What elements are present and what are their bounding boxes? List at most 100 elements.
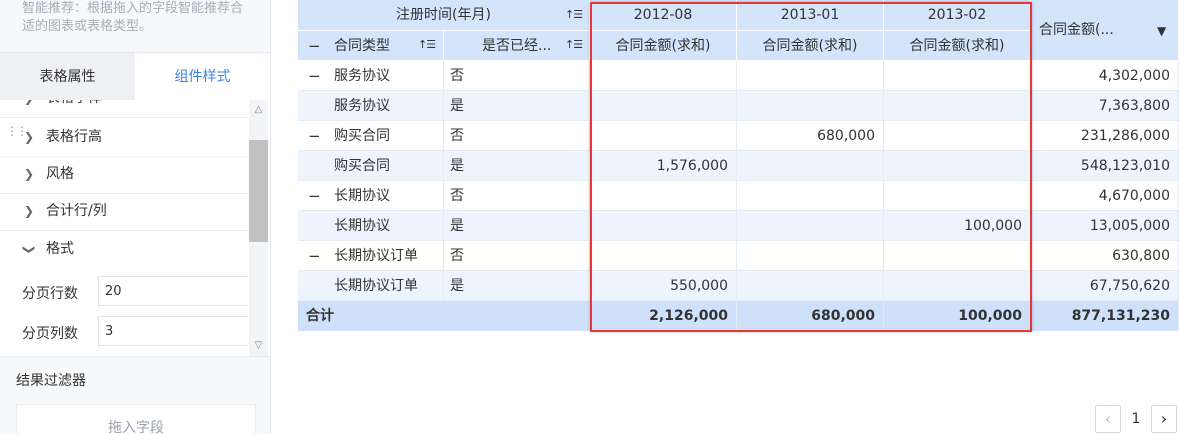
scroll-thumb[interactable] xyxy=(249,140,268,242)
total-cell: 680,000 xyxy=(737,301,884,331)
next-page-button[interactable]: › xyxy=(1151,405,1177,433)
header-label: 是否已经... xyxy=(482,38,552,54)
sort-icon[interactable]: ↑☰ xyxy=(565,8,583,21)
scroll-up-arrow-icon[interactable]: △ xyxy=(249,102,268,118)
section-label: 风格 xyxy=(46,166,74,182)
table-cell: 550,000 xyxy=(590,271,737,301)
table-cell xyxy=(737,241,884,271)
column-header-is-done: 是否已经... ↑☰ xyxy=(444,31,590,61)
chevron-right-icon: ❯ xyxy=(24,167,35,181)
flag-label: 是 xyxy=(450,278,464,294)
scroll-down-arrow-icon[interactable]: ▽ xyxy=(249,338,268,354)
period-header: 2012-08 xyxy=(590,0,737,31)
section-label: 表格行高 xyxy=(46,129,102,145)
table-cell xyxy=(590,121,737,151)
section-style[interactable]: ❯ 风格 xyxy=(0,156,248,194)
style-settings-list: ❯ 表格字体 ❯ 表格行高 ❯ 风格 ❯ 合计行/列 ❯ 格式 分页行数 分页列… xyxy=(0,100,270,357)
left-config-panel: 智能推荐：根据拖入的字段智能推荐合适的图表或表格类型。 表格属性 组件样式 ❯ … xyxy=(0,0,271,434)
contract-type-label: 长期协议订单 xyxy=(334,278,418,294)
prev-page-button[interactable]: ‹ xyxy=(1095,405,1121,433)
table-cell: 680,000 xyxy=(737,121,884,151)
caret-down-icon[interactable]: ▼ xyxy=(1157,24,1166,38)
table-cell: − 长期协议 xyxy=(298,181,444,211)
table-cell: 购买合同 xyxy=(298,151,444,181)
contract-type-label: 服务协议 xyxy=(334,98,390,114)
table-cell xyxy=(884,241,1031,271)
table-cell: 13,005,000 xyxy=(1031,211,1179,241)
tab-table-properties[interactable]: 表格属性 xyxy=(0,53,135,101)
header-label: 注册时间(年月) xyxy=(396,7,491,23)
table-cell xyxy=(737,181,884,211)
chevron-down-icon: ❯ xyxy=(22,244,37,255)
contract-type-label: 长期协议订单 xyxy=(334,248,418,264)
contract-type-label: 服务协议 xyxy=(334,68,390,84)
result-filter-title: 结果过滤器 xyxy=(16,373,86,389)
table-cell xyxy=(737,211,884,241)
table-cell xyxy=(590,181,737,211)
section-row-height[interactable]: ❯ 表格行高 xyxy=(0,119,248,157)
total-cell: 877,131,230 xyxy=(1031,301,1179,331)
table-cell: − 购买合同 xyxy=(298,121,444,151)
table-cell: − 服务协议 xyxy=(298,61,444,91)
collapse-minus-icon[interactable]: − xyxy=(308,121,321,150)
header-label: 合同类型 xyxy=(334,38,390,54)
collapse-minus-icon[interactable]: − xyxy=(308,31,321,60)
table-cell: 100,000 xyxy=(884,211,1031,241)
table-cell: 630,800 xyxy=(1031,241,1179,271)
table-cell xyxy=(884,121,1031,151)
collapse-minus-icon[interactable]: − xyxy=(308,241,321,270)
section-label: 表格字体 xyxy=(46,100,102,117)
table-cell xyxy=(884,151,1031,181)
panel-tabs: 表格属性 组件样式 xyxy=(0,52,270,101)
table-cell xyxy=(590,211,737,241)
header-label: 合同金额(... xyxy=(1039,22,1114,38)
table-cell xyxy=(884,181,1031,211)
table-cell xyxy=(884,61,1031,91)
contract-type-label: 购买合同 xyxy=(334,158,390,174)
table-cell: 服务协议 xyxy=(298,91,444,121)
sort-icon[interactable]: ↑☰ xyxy=(418,31,436,60)
chevron-right-icon: ❯ xyxy=(24,100,34,117)
measure-header: 合同金额(求和) xyxy=(884,31,1031,61)
flag-label: 否 xyxy=(450,128,464,144)
period-header: 2013-02 xyxy=(884,0,1031,31)
flag-label: 是 xyxy=(450,218,464,234)
filter-drop-zone[interactable]: 拖入字段 xyxy=(16,404,256,434)
sort-icon[interactable]: ↑☰ xyxy=(565,31,583,60)
chevron-right-icon: › xyxy=(1160,409,1168,428)
flag-label: 否 xyxy=(450,68,464,84)
chevron-left-icon: ‹ xyxy=(1104,409,1112,428)
table-cell: 1,576,000 xyxy=(590,151,737,181)
table-cell: 4,670,000 xyxy=(1031,181,1179,211)
table-cell xyxy=(737,271,884,301)
contract-type-label: 购买合同 xyxy=(334,128,390,144)
section-format[interactable]: ❯ 格式 xyxy=(0,231,248,268)
measure-header: 合同金额(求和) xyxy=(737,31,884,61)
collapse-minus-icon[interactable]: − xyxy=(308,61,321,90)
total-cell: 100,000 xyxy=(884,301,1031,331)
table-cell: 是 xyxy=(444,91,590,121)
collapse-minus-icon[interactable]: − xyxy=(308,181,321,210)
field-label: 分页列数 xyxy=(22,326,78,342)
table-cell: 7,363,800 xyxy=(1031,91,1179,121)
table-cell: 否 xyxy=(444,241,590,271)
section-total-row-col[interactable]: ❯ 合计行/列 xyxy=(0,193,248,231)
total-cell: 2,126,000 xyxy=(590,301,737,331)
table-cell: 长期协议订单 xyxy=(298,271,444,301)
rows-per-page-input[interactable] xyxy=(98,276,248,306)
drag-handle-icon[interactable]: ⋮⋮ xyxy=(6,124,28,138)
contract-type-label: 长期协议 xyxy=(334,218,390,234)
table-cell xyxy=(590,61,737,91)
cols-per-page-input[interactable] xyxy=(98,316,248,346)
measure-header: 合同金额(求和) xyxy=(590,31,737,61)
table-cell: 548,123,010 xyxy=(1031,151,1179,181)
table-cell: 67,750,620 xyxy=(1031,271,1179,301)
table-cell: 否 xyxy=(444,181,590,211)
table-cell xyxy=(737,61,884,91)
tab-component-style[interactable]: 组件样式 xyxy=(135,53,270,101)
table-cell xyxy=(590,91,737,121)
current-page-number[interactable]: 1 xyxy=(1128,405,1144,433)
section-table-font[interactable]: ❯ 表格字体 xyxy=(0,100,248,118)
period-header: 2013-01 xyxy=(737,0,884,31)
settings-scrollbar[interactable]: △ ▽ xyxy=(249,100,268,356)
